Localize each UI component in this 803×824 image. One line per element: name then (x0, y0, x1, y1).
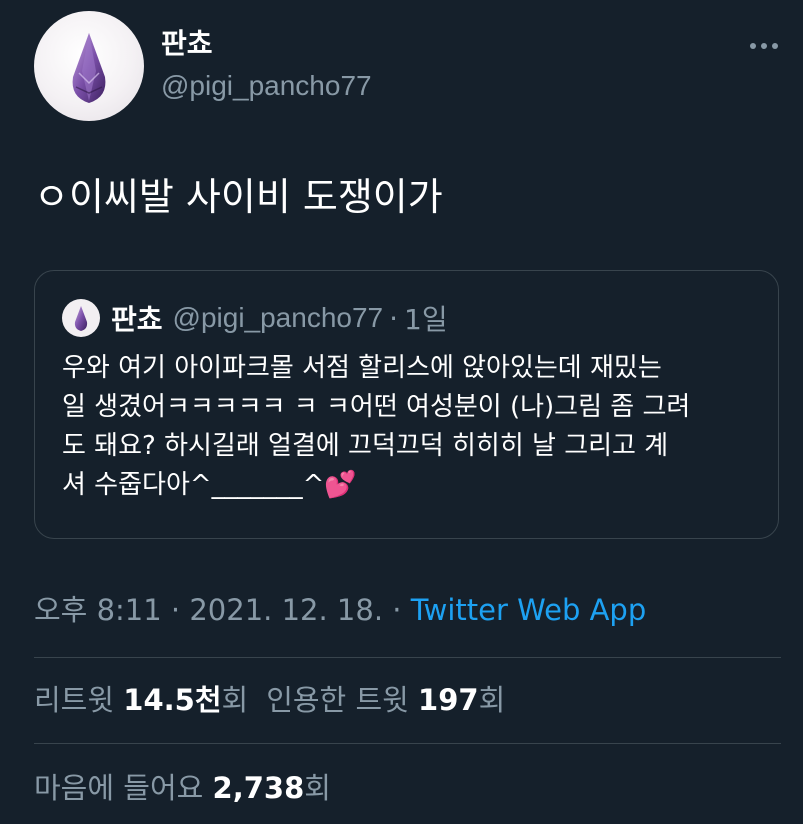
tweet-time[interactable]: 오후 8:11 (34, 593, 162, 627)
tweet-detail-page: 판쵸 @pigi_pancho77 ㅇ이씨발 사이비 도쟁이가 판쵸 @pigi… (0, 0, 803, 824)
tweet-date[interactable]: 2021. 12. 18. (189, 593, 383, 627)
tweet-source-link[interactable]: Twitter Web App (411, 593, 647, 627)
retweets-label: 리트윗 (34, 683, 115, 717)
amethyst-gem-icon (74, 306, 88, 331)
quoted-tweet-card[interactable]: 판쵸 @pigi_pancho77 · 1일 우와 여기 아이파크몰 서점 할리… (34, 270, 779, 539)
likes-suffix: 회 (304, 771, 331, 805)
quoted-tweet-header: 판쵸 @pigi_pancho77 · 1일 (111, 299, 448, 337)
quoted-text-line: 셔 수줍다아^_______^💕 (62, 470, 357, 500)
author-display-name[interactable]: 판쵸 (161, 26, 213, 62)
quotes-count: 197 (418, 683, 479, 717)
divider (34, 657, 781, 658)
quoted-separator: · (389, 301, 399, 335)
quoted-text-line: 우와 여기 아이파크몰 서점 할리스에 앉아있는데 재밌는 (62, 353, 662, 383)
quoted-text-line: 일 생겼어ㅋㅋㅋㅋㅋ ㅋ ㅋ어떤 여성분이 (나)그림 좀 그려 (62, 392, 691, 422)
quoted-author-avatar (62, 299, 100, 337)
more-horizontal-icon[interactable] (748, 36, 780, 56)
quotes-label: 인용한 트윗 (266, 683, 409, 717)
quoted-text-line: 도 돼요? 하시길래 얼결에 끄덕끄덕 히히히 날 그리고 계 (62, 431, 669, 461)
retweets-stat[interactable]: 리트윗 14.5천회 (34, 683, 248, 717)
author-avatar[interactable] (34, 11, 144, 121)
likes-label: 마음에 들어요 (34, 771, 204, 805)
likes-stat[interactable]: 마음에 들어요 2,738회 (34, 771, 331, 805)
likes-stats: 마음에 들어요 2,738회 (34, 766, 331, 810)
meta-separator: · (170, 593, 181, 627)
meta-separator: · (392, 593, 402, 627)
quoted-author-display-name: 판쵸 (111, 303, 163, 336)
divider (34, 743, 781, 744)
retweets-suffix: 회 (221, 683, 249, 717)
retweets-count: 14.5천 (123, 683, 222, 717)
tweet-meta: 오후 8:11 · 2021. 12. 18. · Twitter Web Ap… (34, 588, 646, 632)
likes-count: 2,738 (212, 771, 305, 805)
author-handle[interactable]: @pigi_pancho77 (161, 68, 372, 104)
engagement-stats: 리트윗 14.5천회 인용한 트윗 197회 (34, 678, 505, 722)
quoted-tweet-text: 우와 여기 아이파크몰 서점 할리스에 앉아있는데 재밌는 일 생겼어ㅋㅋㅋㅋㅋ… (62, 349, 762, 505)
amethyst-gem-icon (72, 33, 106, 103)
quoted-tweet-time: 1일 (404, 303, 448, 336)
tweet-text: ㅇ이씨발 사이비 도쟁이가 (34, 175, 443, 219)
quotes-stat[interactable]: 인용한 트윗 197회 (266, 683, 505, 717)
quoted-author-handle: @pigi_pancho77 (172, 302, 384, 333)
quotes-suffix: 회 (478, 683, 506, 717)
